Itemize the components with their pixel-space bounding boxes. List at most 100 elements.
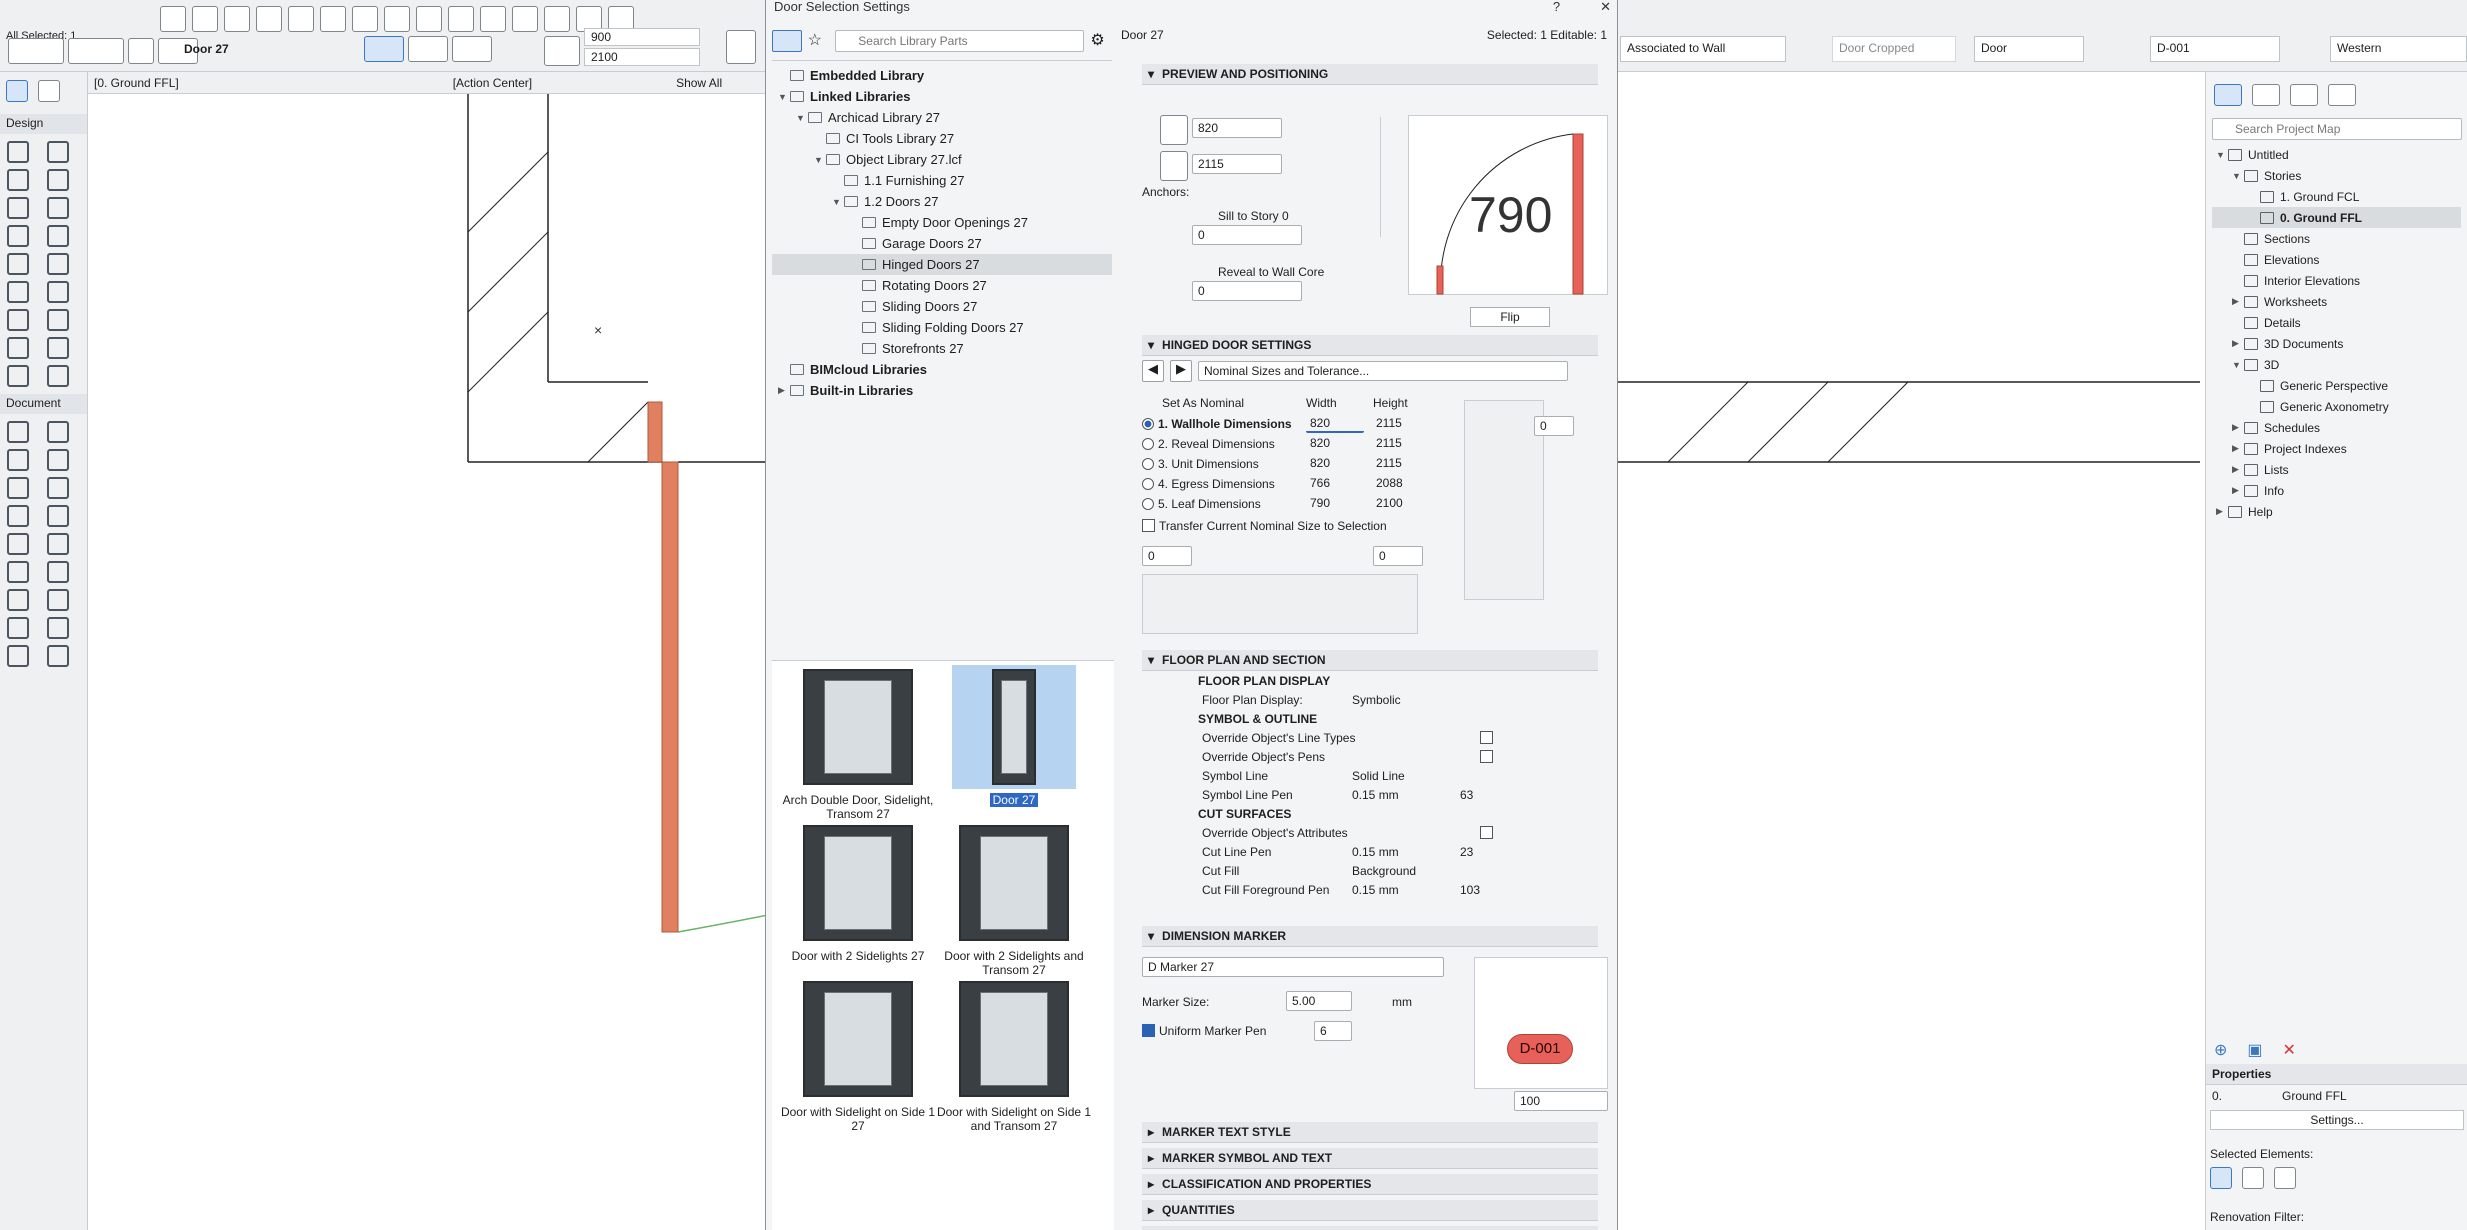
railing-tool-icon[interactable] (47, 225, 69, 247)
library-tree-item[interactable]: Storefronts 27 (772, 338, 1112, 359)
adjust-icon[interactable] (480, 6, 506, 32)
library-tree-item[interactable]: Hinged Doors 27 (772, 254, 1112, 275)
dimension-height-field[interactable]: 2088 (1372, 475, 1430, 493)
detail-tool-icon[interactable] (47, 617, 69, 639)
library-tree-item[interactable]: Garage Doors 27 (772, 233, 1112, 254)
door-tool-icon[interactable] (47, 141, 69, 163)
skylight-tool-icon[interactable] (7, 281, 29, 303)
collapsed-panel-header[interactable]: ▸ MARKER SYMBOL AND TEXT (1142, 1148, 1598, 1169)
right-tolerance-field[interactable]: 0 (1373, 546, 1423, 566)
library-thumbnail[interactable]: Door with Sidelight on Side 1 27 (778, 977, 938, 1133)
marquee-icon[interactable] (384, 6, 410, 32)
chevron-icon[interactable]: ▶ (2232, 338, 2244, 349)
height-field[interactable]: 2100 (584, 48, 700, 66)
cut-fill-row[interactable]: Cut Fill Background (1142, 861, 1598, 880)
library-tree-item[interactable]: BIMcloud Libraries (772, 359, 1112, 380)
next-page-icon[interactable]: ▶ (1170, 360, 1192, 382)
stair-tool-icon[interactable] (7, 225, 29, 247)
beam-tool-icon[interactable] (7, 197, 29, 219)
hotspot-tool-icon[interactable] (47, 561, 69, 583)
chevron-icon[interactable]: ▼ (2232, 360, 2244, 370)
collapsed-panel-header[interactable]: ▸ CLASSIFICATION AND PROPERTIES (1142, 1174, 1598, 1195)
collapsed-panel-header[interactable]: ▸CI TOOLS SCHEDULE NOTES (1142, 1226, 1598, 1230)
preview-panel-header[interactable]: ▾ PREVIEW AND POSITIONING (1142, 64, 1598, 85)
dimension-row[interactable]: 4. Egress Dimensions 766 2088 (1142, 474, 1442, 494)
level-dimension-tool-icon[interactable] (47, 421, 69, 443)
associated-dropdown[interactable]: Associated to Wall (1620, 36, 1786, 62)
id-field[interactable]: D-001 (2150, 36, 2280, 62)
polyline-tool-icon[interactable] (47, 533, 69, 555)
split-icon[interactable] (448, 6, 474, 32)
opening-tool-icon[interactable] (47, 365, 69, 387)
arc-tool-icon[interactable] (7, 533, 29, 555)
dimension-width-field[interactable]: 820 (1306, 415, 1364, 433)
floorplan-panel-header[interactable]: ▾ FLOOR PLAN AND SECTION (1142, 650, 1598, 671)
reveal-field[interactable]: 0 (1192, 281, 1302, 301)
arrow-tool-icon[interactable] (6, 80, 28, 102)
dimension-row[interactable]: 1. Wallhole Dimensions 820 2115 (1142, 414, 1442, 434)
eyedropper-icon[interactable] (320, 6, 346, 32)
library-tree-item[interactable]: ▼ Linked Libraries (772, 86, 1112, 107)
dimension-width-field[interactable]: 790 (1306, 495, 1364, 513)
undo-icon[interactable] (192, 6, 218, 32)
help-icon[interactable]: ? (1553, 0, 1560, 14)
element-icon-3[interactable] (2274, 1167, 2296, 1189)
dimension-radio[interactable] (1142, 478, 1154, 490)
marker-size-field[interactable]: 5.00 (1286, 991, 1352, 1011)
pet-palette-icon[interactable] (128, 38, 154, 64)
chevron-icon[interactable]: ▶ (778, 385, 790, 396)
section-tool-icon[interactable] (47, 589, 69, 611)
library-tree-item[interactable]: ▶ Built-in Libraries (772, 380, 1112, 401)
door-cropped-field[interactable]: Door Cropped (1832, 36, 1956, 62)
settings-button[interactable]: Settings... (2210, 1110, 2464, 1130)
dimension-radio[interactable] (1142, 438, 1154, 450)
chevron-icon[interactable]: ▶ (2232, 296, 2244, 307)
display-row[interactable]: Floor Plan Display: Symbolic (1142, 690, 1598, 709)
project-map-item[interactable]: ▼ 3D (2212, 354, 2461, 375)
symbol-pen-row[interactable]: Symbol Line Pen 0.15 mm 63 (1142, 785, 1598, 804)
dimension-width-field[interactable]: 820 (1306, 435, 1364, 453)
project-map-item[interactable]: ▶ Schedules (2212, 417, 2461, 438)
reveal-label[interactable]: Reveal to Wall Core (1218, 265, 1324, 279)
project-map-item[interactable]: ▶ Lists (2212, 459, 2461, 480)
chevron-icon[interactable]: ▶ (2232, 422, 2244, 433)
drawing-tool-icon[interactable] (7, 589, 29, 611)
override-pens-checkbox[interactable] (1480, 750, 1493, 763)
symbol-line-value[interactable]: Solid Line (1352, 769, 1405, 783)
library-thumbnail[interactable]: Door 27 (934, 665, 1094, 807)
project-map-item[interactable]: Interior Elevations (2212, 270, 2461, 291)
layout-book-icon[interactable] (2290, 84, 2318, 106)
element-icon-2[interactable] (2242, 1167, 2264, 1189)
dimension-radio[interactable] (1142, 458, 1154, 470)
chevron-icon[interactable]: ▶ (2232, 485, 2244, 496)
syringe-icon[interactable] (352, 6, 378, 32)
show-all-label[interactable]: Show All (676, 76, 722, 90)
cut-fill-fg-row[interactable]: Cut Fill Foreground Pen 0.15 mm 103 (1142, 880, 1598, 899)
project-map-item[interactable]: 1. Ground FCL (2212, 186, 2461, 207)
override-attr-row[interactable]: Override Object's Attributes (1142, 823, 1598, 842)
project-map-item[interactable]: ▶ Help (2212, 501, 2461, 522)
close-icon[interactable]: ✕ (1600, 0, 1611, 14)
morph-tool-icon[interactable] (7, 309, 29, 331)
library-tree-item[interactable]: ▼ 1.2 Doors 27 (772, 191, 1112, 212)
project-map-item[interactable]: Elevations (2212, 249, 2461, 270)
side-field[interactable]: 0 (1534, 416, 1574, 436)
project-map-search[interactable]: Search Project Map (2212, 118, 2462, 140)
cut-line-pen-row[interactable]: Cut Line Pen 0.15 mm 23 (1142, 842, 1598, 861)
publisher-icon[interactable] (2328, 84, 2356, 106)
inject-icon[interactable] (288, 6, 314, 32)
pick-up-icon[interactable] (256, 6, 282, 32)
shell-tool-icon[interactable] (47, 253, 69, 275)
fill-tool-icon[interactable] (7, 505, 29, 527)
marquee-tool-icon[interactable] (38, 80, 60, 102)
chevron-icon[interactable]: ▼ (814, 155, 826, 165)
chevron-icon[interactable]: ▼ (2216, 150, 2228, 160)
uniform-pen-field[interactable]: 6 (1314, 1021, 1352, 1041)
anchor-icon[interactable] (726, 30, 756, 64)
add-view-icon[interactable]: ⊕ (2214, 1040, 2227, 1060)
transfer-row[interactable]: Transfer Current Nominal Size to Selecti… (1142, 516, 1387, 535)
dimension-radio[interactable] (1142, 498, 1154, 510)
view-map-icon[interactable] (2252, 84, 2280, 106)
library-tree-item[interactable]: Embedded Library (772, 65, 1112, 86)
library-thumbnail[interactable]: Door with 2 Sidelights and Transom 27 (934, 821, 1094, 977)
